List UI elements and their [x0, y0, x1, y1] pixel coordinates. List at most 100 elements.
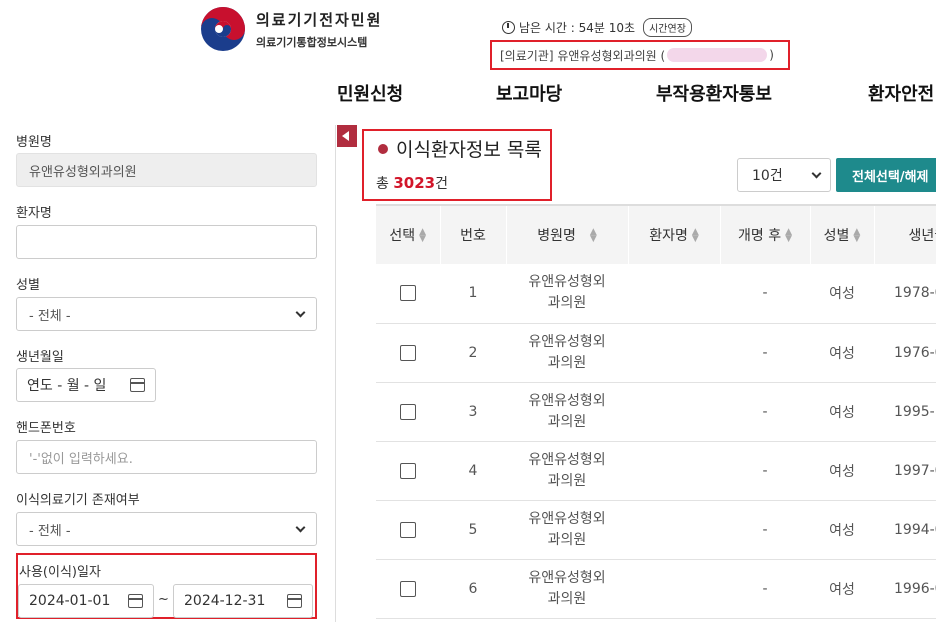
col-birth[interactable]: 생년월 [874, 204, 936, 264]
hospital-label: 병원명 [16, 135, 52, 150]
device-exists-select[interactable]: - 전체 - [16, 512, 317, 546]
row-patient [628, 323, 720, 383]
nav-item-patient-safety[interactable]: 환자안전 [868, 80, 934, 106]
calendar-icon[interactable] [128, 594, 143, 608]
row-number: 3 [440, 382, 506, 442]
row-checkbox[interactable] [400, 462, 416, 479]
row-renamed: - [720, 500, 810, 560]
redacted-id [667, 48, 768, 62]
col-patient[interactable]: 환자명 ▲ ▼ [628, 204, 721, 264]
row-gender: 여성 [810, 264, 874, 324]
calendar-icon[interactable] [130, 378, 145, 392]
table-header-row: 선택▲▼ 번호 병원명▲▼ 환자명▲▼ 개명 후▲▼ 성별▲▼ 생년월 [376, 204, 936, 264]
row-hospital-line2: 과의원 [547, 590, 587, 607]
row-select-cell [376, 441, 440, 501]
date-to-value: 2024-12-31 [184, 593, 266, 609]
page-title: 이식환자정보 목록 [378, 135, 542, 162]
row-renamed: - [720, 323, 810, 383]
phone-placeholder: '-'없이 입력하세요. [29, 451, 133, 467]
row-hospital: 유앤유성형외 과의원 [506, 323, 628, 383]
birthdate-input[interactable]: 연도 - 월 - 일 [16, 368, 156, 402]
row-gender: 여성 [810, 382, 874, 442]
row-hospital: 유앤유성형외 과의원 [506, 559, 628, 619]
row-checkbox[interactable] [400, 344, 416, 361]
logo[interactable]: 의료기기전자민원 의료기기통합정보시스템 [200, 6, 382, 52]
row-renamed: - [720, 264, 810, 324]
table-row[interactable]: 1유앤유성형외과의원-여성1978-0 [376, 264, 936, 324]
patient-name-label: 환자명 [16, 206, 52, 221]
header: 의료기기전자민원 의료기기통합정보시스템 남은 시간 : 54분 10초 시간연… [0, 0, 936, 125]
phone-label: 핸드폰번호 [16, 421, 76, 436]
row-checkbox[interactable] [400, 285, 416, 302]
sort-icon[interactable]: ▲ ▼ [590, 227, 597, 243]
birthdate-placeholder: 연도 - 월 - 일 [27, 378, 107, 394]
nav-item-application[interactable]: 민원신청 [337, 80, 403, 106]
col-hospital[interactable]: 병원명 ▲ ▼ [506, 204, 629, 264]
sort-icon[interactable]: ▲ ▼ [692, 227, 699, 243]
row-hospital-line1: 유앤유성형외 [528, 451, 606, 468]
col-gender[interactable]: 성별 ▲ ▼ [810, 204, 875, 264]
table-row[interactable]: 3유앤유성형외과의원-여성1995-1 [376, 382, 936, 442]
row-hospital-line1: 유앤유성형외 [528, 510, 606, 527]
table-row[interactable]: 6유앤유성형외과의원-여성1996-0 [376, 559, 936, 619]
date-separator: ~ [158, 592, 169, 607]
row-checkbox[interactable] [400, 521, 416, 538]
total-count: 총 3023건 [376, 173, 448, 193]
row-number: 2 [440, 323, 506, 383]
col-renamed-label: 개명 후 [737, 228, 782, 244]
calendar-icon[interactable] [287, 594, 302, 608]
patient-name-input[interactable] [16, 225, 317, 259]
row-hospital-line2: 과의원 [547, 531, 587, 548]
row-hospital-line1: 유앤유성형외 [528, 274, 606, 291]
table-row[interactable]: 4유앤유성형외과의원-여성1997-0 [376, 441, 936, 501]
sort-icon[interactable]: ▲ ▼ [419, 227, 426, 243]
row-hospital-line2: 과의원 [547, 354, 587, 371]
device-exists-label: 이식의료기기 존재여부 [16, 493, 140, 508]
row-select-cell [376, 382, 440, 442]
table-row[interactable]: 2유앤유성형외과의원-여성1976-0 [376, 323, 936, 383]
date-from-value: 2024-01-01 [29, 593, 111, 609]
table-row[interactable]: 5유앤유성형외과의원-여성1994-0 [376, 500, 936, 560]
usage-date-label: 사용(이식)일자 [19, 565, 101, 580]
chevron-down-icon [811, 168, 822, 178]
col-renamed[interactable]: 개명 후 ▲ ▼ [720, 204, 811, 264]
row-patient [628, 382, 720, 442]
col-gender-label: 성별 [823, 228, 850, 244]
row-checkbox[interactable] [400, 580, 416, 597]
row-patient [628, 441, 720, 501]
row-checkbox[interactable] [400, 403, 416, 420]
row-select-cell [376, 323, 440, 383]
nav-item-adverse-patient[interactable]: 부작용환자통보 [656, 80, 772, 106]
row-number: 4 [440, 441, 506, 501]
total-prefix: 총 [376, 176, 394, 192]
collapse-panel-button[interactable] [337, 125, 357, 147]
row-birthdate: 1976-0 [874, 323, 936, 383]
chevron-down-icon [295, 307, 306, 317]
phone-input[interactable]: '-'없이 입력하세요. [16, 440, 317, 474]
org-label: [의료기관] 유앤유성형외과의원 ( [500, 48, 666, 63]
col-select[interactable]: 선택 ▲ ▼ [376, 204, 441, 264]
extend-time-button[interactable]: 시간연장 [643, 18, 692, 37]
row-number: 6 [440, 559, 506, 619]
select-all-button[interactable]: 전체선택/해제 [836, 158, 936, 192]
row-number: 1 [440, 264, 506, 324]
row-hospital: 유앤유성형외과의원 [506, 441, 628, 501]
usage-date-from[interactable]: 2024-01-01 [18, 584, 154, 618]
sort-icon[interactable]: ▲ ▼ [785, 227, 792, 243]
device-exists-value: - 전체 - [29, 523, 71, 539]
session-timer: 남은 시간 : 54분 10초 시간연장 [502, 18, 692, 37]
row-renamed: - [720, 382, 810, 442]
usage-date-to[interactable]: 2024-12-31 [173, 584, 313, 618]
row-gender: 여성 [810, 500, 874, 560]
row-hospital-line2: 과의원 [547, 472, 587, 489]
gender-select[interactable]: - 전체 - [16, 297, 317, 331]
nav-item-reports[interactable]: 보고마당 [496, 80, 562, 106]
row-renamed: - [720, 441, 810, 501]
hospital-value: 유앤유성형외과의원 [29, 164, 137, 180]
row-select-cell [376, 559, 440, 619]
row-hospital-line2: 과의원 [547, 413, 587, 430]
row-gender: 여성 [810, 559, 874, 619]
per-page-select[interactable]: 10건 [737, 158, 831, 192]
sort-icon[interactable]: ▲ ▼ [853, 227, 860, 243]
row-birthdate: 1995-1 [874, 382, 936, 442]
